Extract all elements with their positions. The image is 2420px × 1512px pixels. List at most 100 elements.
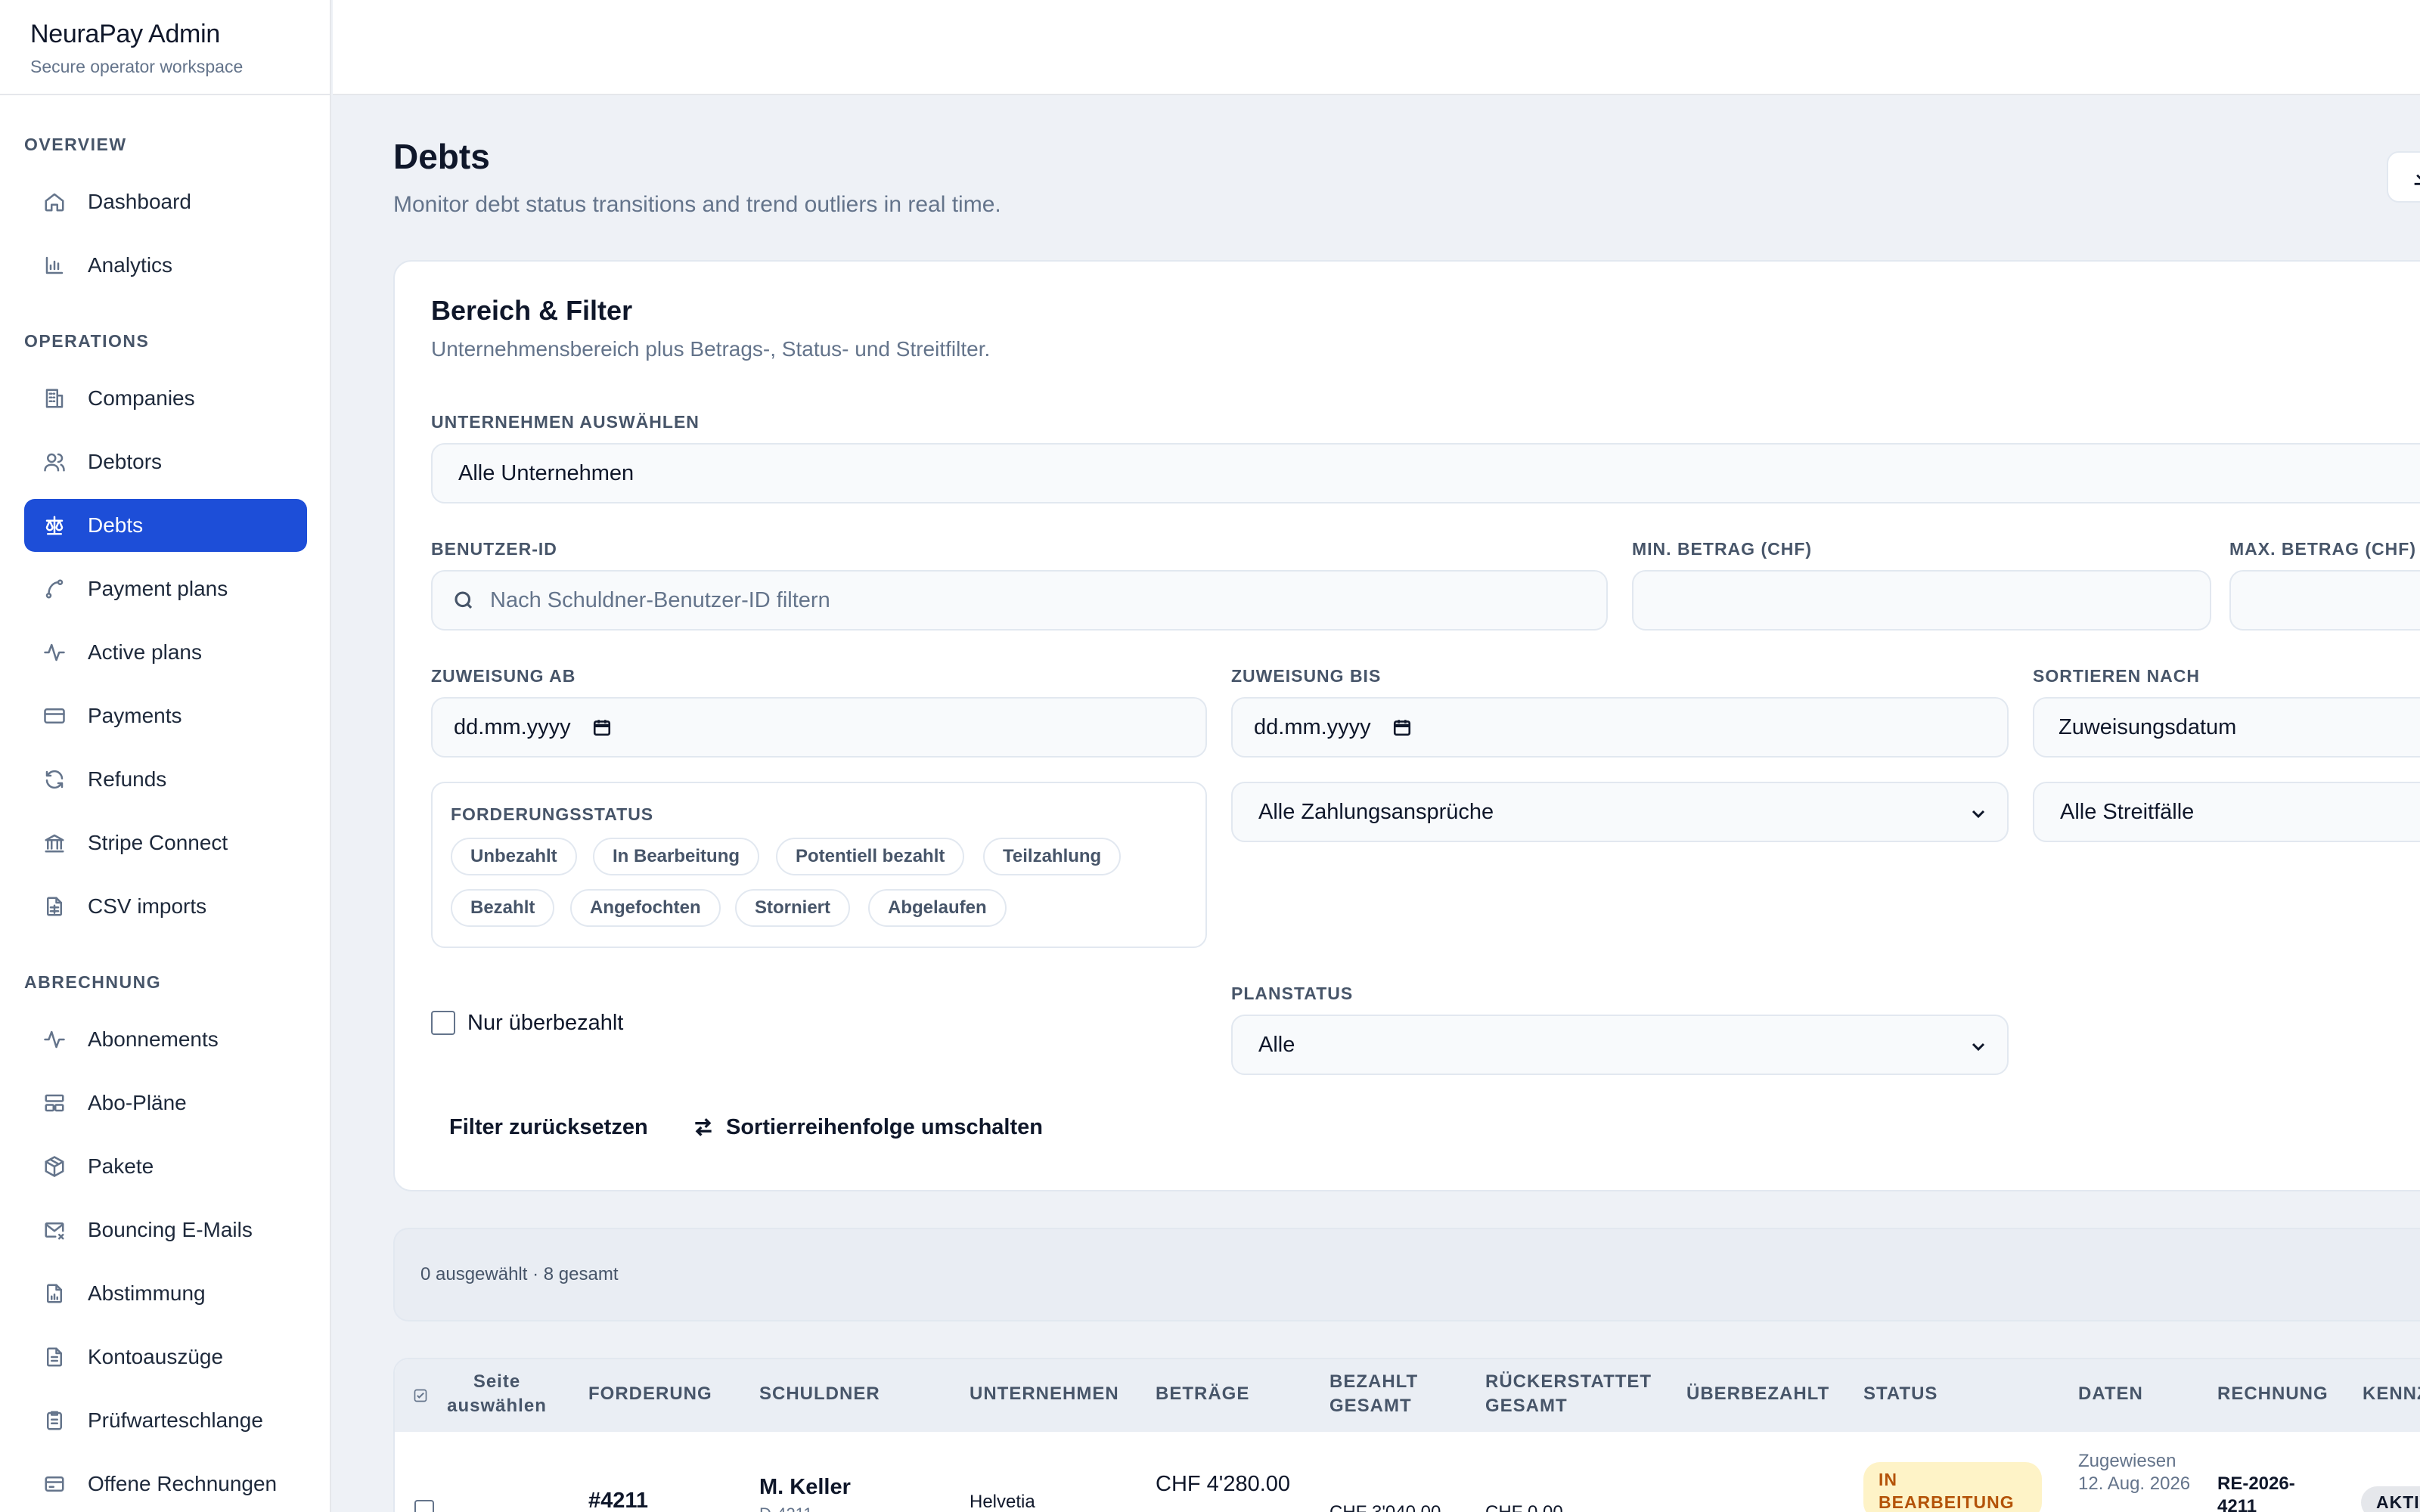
sidebar-item-analytics[interactable]: Analytics: [24, 239, 307, 292]
min-amount-label: MIN. BETRAG (CHF): [1632, 539, 1813, 559]
bar-chart-icon: [42, 253, 67, 277]
sidebar-item-label: Prüfwarteschlange: [88, 1408, 263, 1432]
reset-filters-label: Filter zurücksetzen: [449, 1114, 648, 1139]
route-icon: [42, 577, 67, 601]
sidebar-item-payment-plans[interactable]: Payment plans: [24, 562, 307, 615]
filter-card-title: Bereich & Filter: [431, 295, 633, 326]
layout-icon: [42, 1091, 67, 1115]
sidebar-item-debtors[interactable]: Debtors: [24, 435, 307, 488]
th-refunded-total[interactable]: RÜCKERSTATTET GESAMT: [1485, 1370, 1674, 1418]
th-dates[interactable]: DATEN: [2078, 1382, 2143, 1406]
toggle-sort-order-label: Sortierreihenfolge umschalten: [726, 1114, 1043, 1139]
sort-by-select[interactable]: Zuweisungsdatum: [2033, 697, 2420, 758]
th-claim[interactable]: FORDERUNG: [588, 1382, 712, 1406]
sidebar-item-label: Payments: [88, 704, 182, 727]
th-select-page[interactable]: Seite auswählen: [445, 1370, 549, 1418]
sidebar-item-dashboard[interactable]: Dashboard: [24, 175, 307, 228]
max-amount-input[interactable]: [2229, 570, 2420, 631]
sidebar-item-active-plans[interactable]: Active plans: [24, 626, 307, 679]
sidebar-item-kontoauszuege[interactable]: Kontoauszüge: [24, 1331, 307, 1383]
status-chip-teilzahlung[interactable]: Teilzahlung: [983, 838, 1122, 875]
th-company[interactable]: UNTERNEHMEN: [970, 1382, 1119, 1406]
row-debtor-name[interactable]: M. Keller: [759, 1476, 851, 1498]
calendar-icon[interactable]: [1392, 717, 1412, 737]
sidebar-item-label: Pakete: [88, 1154, 154, 1178]
th-debtor[interactable]: SCHULDNER: [759, 1382, 880, 1406]
brand: NeuraPay Admin Secure operator workspace: [0, 0, 330, 95]
max-amount-label: MAX. BETRAG (CHF): [2229, 539, 2416, 559]
th-overpaid[interactable]: ÜBERBEZAHLT: [1686, 1382, 1829, 1406]
select-page-checkbox-icon[interactable]: [413, 1388, 428, 1403]
row-checkbox[interactable]: [414, 1500, 434, 1512]
sidebar-item-label: Refunds: [88, 767, 167, 791]
sidebar-item-label: Dashboard: [88, 190, 191, 213]
min-amount-input[interactable]: [1632, 570, 2211, 631]
plan-status-value: Alle: [1258, 1032, 1295, 1057]
status-chip-bezahlt[interactable]: Bezahlt: [451, 889, 555, 927]
row-amount: CHF 4'280.00: [1156, 1472, 1291, 1496]
sort-by-label: SORTIEREN NACH: [2033, 666, 2201, 686]
calendar-icon[interactable]: [592, 717, 612, 737]
sidebar-item-label: Offene Rechnungen: [88, 1472, 278, 1495]
payment-claims-select[interactable]: Alle Zahlungsansprüche: [1231, 782, 2009, 842]
assigned-from-input[interactable]: dd.mm.yyyy: [431, 697, 1207, 758]
disputes-select[interactable]: Alle Streitfälle: [2033, 782, 2420, 842]
plan-status-select[interactable]: Alle: [1231, 1015, 2009, 1075]
selection-summary: 0 ausgewählt · 8 gesamt: [420, 1264, 619, 1284]
flag-badge: AKTIV: [2361, 1486, 2420, 1512]
company-select[interactable]: Alle Unternehmen: [431, 443, 2420, 503]
row-paid-total: CHF 3'040.00: [1329, 1501, 1441, 1512]
status-chip-unbezahlt[interactable]: Unbezahlt: [451, 838, 577, 875]
sidebar-item-abo-plaene[interactable]: Abo-Pläne: [24, 1077, 307, 1129]
status-chip-angefochten[interactable]: Angefochten: [570, 889, 721, 927]
sidebar-item-companies[interactable]: Companies: [24, 372, 307, 425]
file-spreadsheet-icon: [42, 894, 67, 919]
user-id-input[interactable]: Nach Schuldner-Benutzer-ID filtern: [431, 570, 1608, 631]
status-chip-potentiell-bezahlt[interactable]: Potentiell bezahlt: [776, 838, 965, 875]
sidebar-item-pruefwarteschlange[interactable]: Prüfwarteschlange: [24, 1394, 307, 1447]
th-status[interactable]: STATUS: [1863, 1382, 1938, 1406]
sidebar: NeuraPay Admin Secure operator workspace…: [0, 0, 331, 1512]
sidebar-item-label: Analytics: [88, 253, 173, 277]
mail-x-icon: [42, 1218, 67, 1242]
status-chip-storniert[interactable]: Storniert: [735, 889, 851, 927]
row-claim-id[interactable]: #4211: [588, 1489, 648, 1512]
status-badge: IN BEARBEITUNG: [1863, 1462, 2042, 1512]
selection-summary-bar: 0 ausgewählt · 8 gesamt: [393, 1228, 2420, 1321]
sidebar-item-pakete[interactable]: Pakete: [24, 1140, 307, 1193]
sidebar-item-abstimmung[interactable]: Abstimmung: [24, 1267, 307, 1320]
row-refunded-total: CHF 0.00: [1485, 1501, 1563, 1512]
sidebar-item-abonnements[interactable]: Abonnements: [24, 1013, 307, 1066]
sidebar-item-offene-rechnungen[interactable]: Offene Rechnungen: [24, 1458, 307, 1510]
sidebar-item-payments[interactable]: Payments: [24, 689, 307, 742]
sidebar-item-csv-imports[interactable]: CSV imports: [24, 880, 307, 933]
toggle-sort-order-button[interactable]: Sortierreihenfolge umschalten: [691, 1108, 1043, 1146]
user-id-placeholder: Nach Schuldner-Benutzer-ID filtern: [490, 587, 830, 612]
reset-filters-button[interactable]: Filter zurücksetzen: [449, 1108, 648, 1146]
sidebar-item-stripe-connect[interactable]: Stripe Connect: [24, 816, 307, 869]
row-debtor-sub: D-4211: [759, 1503, 813, 1512]
sidebar-item-bouncing-emails[interactable]: Bouncing E-Mails: [24, 1204, 307, 1256]
sidebar-item-debts[interactable]: Debts: [24, 499, 307, 552]
sidebar-item-label: CSV imports: [88, 894, 207, 918]
company-select-value: Alle Unternehmen: [458, 460, 634, 485]
th-invoice[interactable]: RECHNUNG: [2217, 1382, 2328, 1406]
table-header: Seite auswählen FORDERUNG SCHULDNER UNTE…: [395, 1359, 2420, 1432]
th-flags[interactable]: KENNZ: [2363, 1382, 2420, 1406]
assigned-to-input[interactable]: dd.mm.yyyy: [1231, 697, 2009, 758]
sidebar-item-label: Kontoauszüge: [88, 1345, 224, 1368]
sidebar-item-label: Bouncing E-Mails: [88, 1218, 253, 1241]
assigned-from-value: dd.mm.yyyy: [454, 714, 571, 739]
row-invoice[interactable]: RE-2026-4211: [2217, 1473, 2316, 1512]
overpaid-checkbox[interactable]: [431, 1011, 455, 1035]
th-paid-total[interactable]: BEZAHLT GESAMT: [1329, 1370, 1435, 1418]
bank-icon: [42, 831, 67, 855]
sidebar-item-label: Active plans: [88, 640, 202, 664]
disputes-value: Alle Streitfälle: [2060, 799, 2195, 824]
th-amounts[interactable]: BETRÄGE: [1156, 1382, 1249, 1406]
status-chip-in-bearbeitung[interactable]: In Bearbeitung: [593, 838, 760, 875]
users-icon: [42, 450, 67, 474]
export-button[interactable]: [2387, 151, 2420, 203]
status-chip-abgelaufen[interactable]: Abgelaufen: [868, 889, 1007, 927]
sidebar-item-refunds[interactable]: Refunds: [24, 753, 307, 806]
